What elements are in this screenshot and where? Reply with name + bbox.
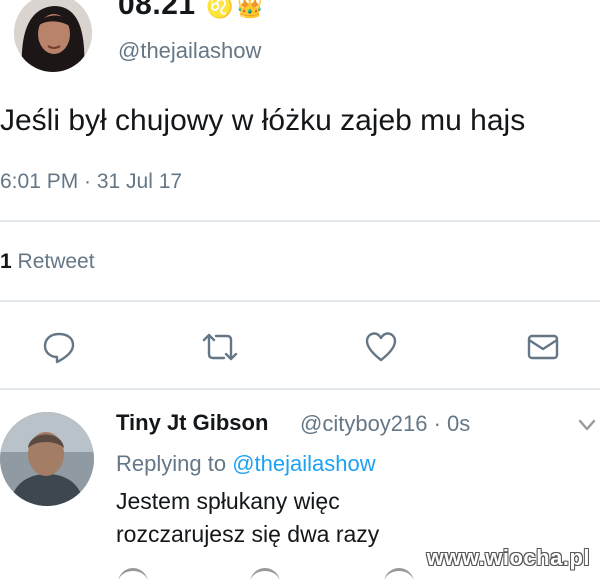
reply-text: Jestem spłukany więc rozczarujesz się dw… [116,485,379,551]
reply-text-line: rozczarujesz się dwa razy [116,521,380,547]
author-avatar-image [14,0,92,72]
author-handle[interactable]: @thejailashow [118,38,261,64]
divider [0,300,600,302]
reply-text-line: Jestem spłukany więc [116,488,340,514]
reply-avatar-image [0,412,94,506]
retweet-icon[interactable] [200,330,240,364]
retweet-count: 1 [0,250,12,273]
replying-mention-link[interactable]: @thejailashow [232,451,375,476]
site-watermark: www.wiocha.pl [426,545,590,570]
retweet-stats[interactable]: 1 Retweet [0,250,95,274]
leo-emoji: ♌ [206,0,234,19]
reply-action-icon[interactable] [118,568,148,579]
chevron-down-icon[interactable] [578,418,596,432]
tweet-text: Jeśli był chujowy w łóżku zajeb mu hajs [0,104,526,137]
reply-icon[interactable] [42,330,76,364]
retweet-label: Retweet [17,250,95,273]
author-avatar[interactable] [14,0,92,72]
replying-prefix: Replying to [116,451,227,476]
like-action-icon[interactable] [384,568,414,579]
tweet-timestamp[interactable]: 6:01 PM · 31 Jul 17 [0,170,182,194]
message-icon[interactable] [526,330,560,364]
tweet-screenshot: 08.21 ♌ 👑 @thejailashow Jeśli był chujow… [0,0,600,579]
author-display-name[interactable]: 08.21 [118,0,196,22]
divider [0,220,600,222]
retweet-action-icon[interactable] [250,568,280,579]
replying-to: Replying to @thejailashow [116,451,376,477]
reply-author-name[interactable]: Tiny Jt Gibson [116,410,268,436]
like-icon[interactable] [364,330,398,364]
reply-author-avatar[interactable] [0,412,94,506]
divider [0,388,600,390]
reply-author-handle[interactable]: @cityboy216 · 0s [300,411,470,437]
crown-emoji: 👑 [236,0,264,19]
